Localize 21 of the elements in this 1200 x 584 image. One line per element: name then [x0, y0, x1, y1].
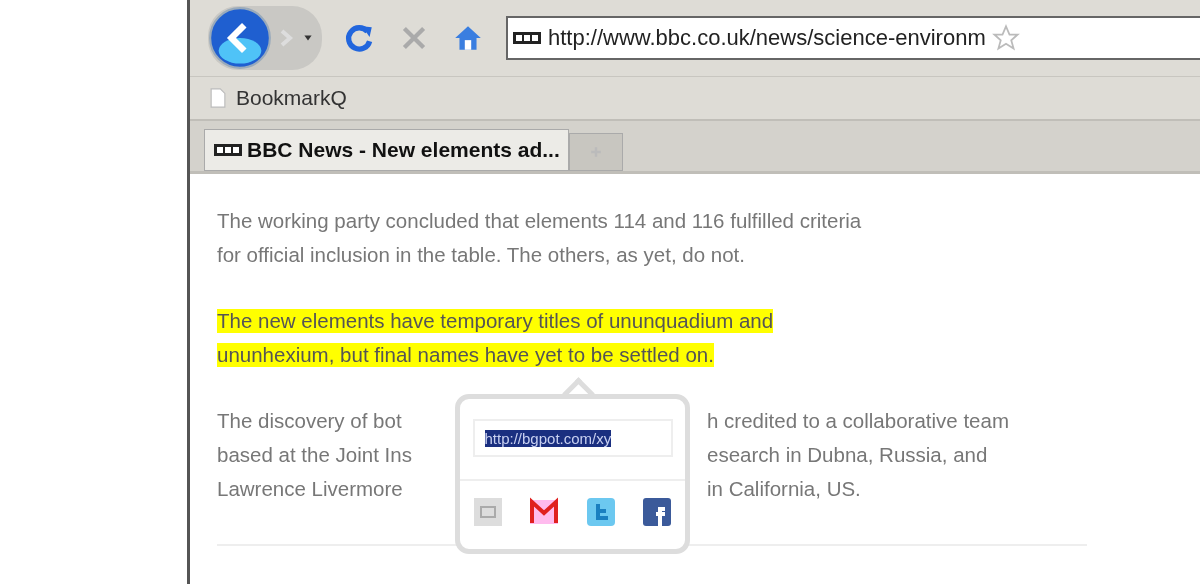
page-icon	[210, 87, 226, 109]
facebook-icon[interactable]	[641, 497, 672, 527]
address-bar[interactable]: http://www.bbc.co.uk/news/science-environm	[506, 16, 1200, 60]
mail-icon[interactable]	[529, 497, 560, 527]
browser-tab[interactable]: BBC News - New elements ad...	[204, 129, 569, 171]
text-line: esearch in Dubna, Russia, and	[707, 443, 988, 467]
bird-icon[interactable]	[585, 497, 616, 527]
link-field[interactable]: http://bgpot.com/xy	[472, 419, 673, 457]
text-line: in California, US.	[707, 477, 861, 501]
text-line: The working party concluded that elements 114 and 116 fulfilled criteria	[217, 209, 862, 233]
bookmark-item[interactable]: BookmarkQ	[210, 86, 347, 110]
text-line: Lawrence Livermore	[217, 477, 403, 500]
email-icon[interactable]	[473, 497, 504, 527]
site-icon	[213, 142, 243, 158]
text-line: for official inclusion in the table. The others, as yet, do not.	[217, 243, 745, 267]
text-line: based at the Joint Ins	[217, 443, 412, 466]
text-line: The discovery of bot	[217, 409, 402, 432]
back-button[interactable]	[208, 6, 272, 70]
site-icon	[512, 30, 542, 46]
star-icon[interactable]	[991, 24, 1020, 52]
text-line: h credited to a collaborative team	[707, 409, 1009, 433]
